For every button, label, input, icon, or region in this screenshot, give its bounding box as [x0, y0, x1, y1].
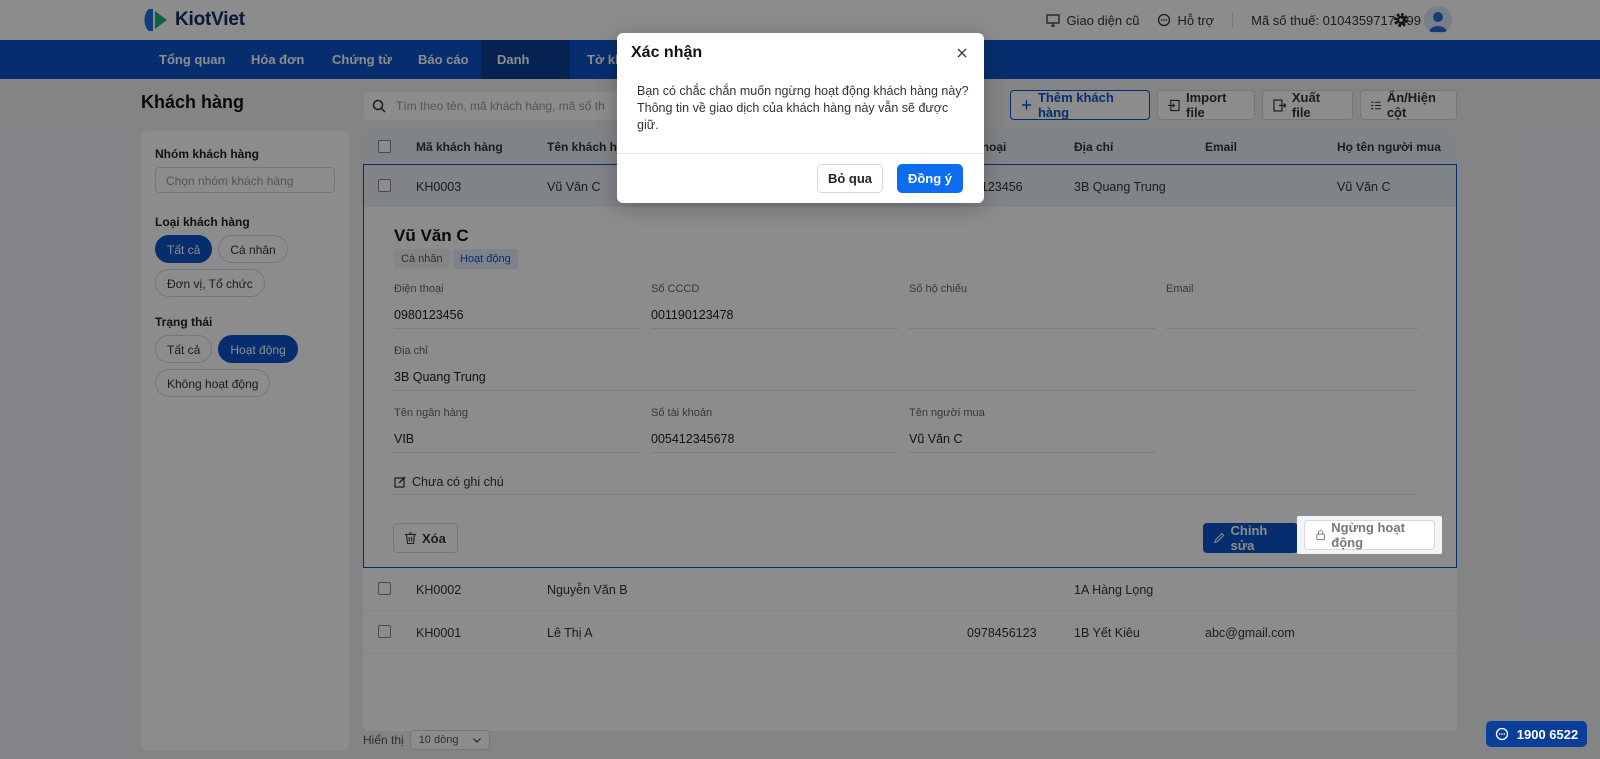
confirm-dialog: Xác nhận Bạn có chắc chắn muốn ngừng hoạ… [617, 33, 984, 203]
confirm-button[interactable]: Đồng ý [897, 164, 963, 193]
deactivate-highlight: Ngừng hoạt động [1297, 516, 1442, 554]
lock-icon [1316, 530, 1325, 541]
hotline-number: 1900 6522 [1516, 726, 1579, 742]
deactivate-button[interactable]: Ngừng hoạt động [1304, 520, 1435, 550]
dialog-message: Bạn có chắc chắn muốn ngừng hoạt động kh… [637, 84, 969, 132]
dialog-title: Xác nhận [631, 44, 703, 61]
deactivate-label: Ngừng hoạt động [1331, 520, 1405, 550]
close-icon[interactable] [954, 45, 970, 61]
dialog-divider [617, 153, 984, 154]
cancel-button[interactable]: Bỏ qua [817, 164, 883, 193]
chat-bubble-icon [1495, 727, 1508, 741]
hotline-button[interactable]: 1900 6522 [1486, 721, 1587, 747]
